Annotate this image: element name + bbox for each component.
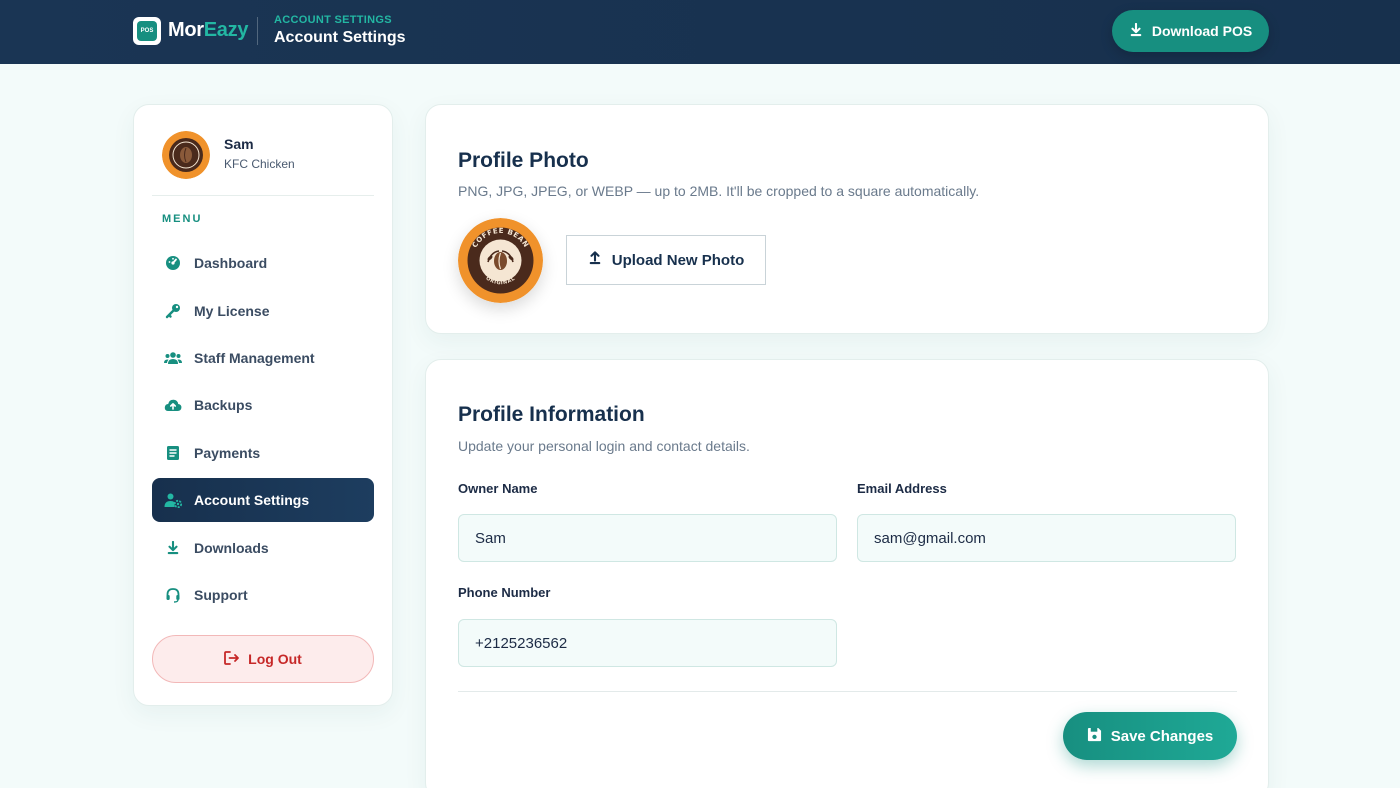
sidebar-item-label: Downloads bbox=[194, 540, 269, 556]
profile-photo-title: Profile Photo bbox=[458, 149, 589, 172]
logout-icon bbox=[224, 650, 240, 668]
phone-number-field[interactable] bbox=[458, 619, 837, 667]
download-icon bbox=[164, 539, 182, 557]
sidebar-item-label: Support bbox=[194, 587, 248, 603]
upload-photo-label: Upload New Photo bbox=[611, 251, 745, 269]
sidebar-item-backups[interactable]: Backups bbox=[152, 383, 374, 427]
user-gear-icon bbox=[164, 491, 182, 509]
logo-icon[interactable]: POS bbox=[133, 17, 161, 45]
top-header: POS MorEazy ACCOUNT SETTINGS Account Set… bbox=[0, 0, 1400, 64]
upload-icon bbox=[588, 251, 602, 269]
sidebar-item-label: Staff Management bbox=[194, 350, 315, 366]
users-icon bbox=[164, 349, 182, 367]
headset-icon bbox=[164, 586, 182, 604]
owner-name-field[interactable] bbox=[458, 514, 837, 562]
save-disk-icon bbox=[1087, 727, 1102, 746]
sidebar-item-payments[interactable]: Payments bbox=[152, 431, 374, 475]
form-divider bbox=[458, 691, 1237, 692]
profile-photo-subtitle: PNG, JPG, JPEG, or WEBP — up to 2MB. It'… bbox=[458, 183, 980, 199]
email-address-label: Email Address bbox=[857, 481, 947, 496]
cloud-upload-icon bbox=[164, 396, 182, 414]
dashboard-gauge-icon bbox=[164, 254, 182, 272]
sidebar: Sam KFC Chicken MENU Dashboard My Licens… bbox=[133, 104, 393, 706]
profile-avatar bbox=[162, 131, 210, 179]
menu-section-label: MENU bbox=[162, 213, 203, 225]
receipt-icon bbox=[164, 444, 182, 462]
profile-information-card: Profile Information Update your personal… bbox=[425, 359, 1269, 788]
upload-photo-button[interactable]: Upload New Photo bbox=[566, 235, 766, 285]
page-title: Account Settings bbox=[274, 29, 406, 46]
profile-information-title: Profile Information bbox=[458, 403, 645, 426]
sidebar-item-staff-management[interactable]: Staff Management bbox=[152, 336, 374, 380]
sidebar-item-label: My License bbox=[194, 303, 270, 319]
save-changes-button[interactable]: Save Changes bbox=[1063, 712, 1237, 760]
sidebar-divider bbox=[152, 195, 374, 196]
phone-number-label: Phone Number bbox=[458, 585, 551, 600]
header-eyebrow: ACCOUNT SETTINGS bbox=[274, 14, 392, 26]
sidebar-item-label: Dashboard bbox=[194, 255, 268, 271]
brand-name-part1: Mor bbox=[168, 19, 204, 41]
profile-information-subtitle: Update your personal login and contact d… bbox=[458, 438, 750, 454]
key-icon bbox=[164, 302, 182, 320]
email-field[interactable] bbox=[857, 514, 1236, 562]
logo-icon-text: POS bbox=[137, 21, 157, 41]
sidebar-item-dashboard[interactable]: Dashboard bbox=[152, 241, 374, 285]
download-icon bbox=[1129, 22, 1143, 40]
sidebar-item-my-license[interactable]: My License bbox=[152, 289, 374, 333]
owner-name-label: Owner Name bbox=[458, 481, 538, 496]
sidebar-item-account-settings[interactable]: Account Settings bbox=[152, 478, 374, 522]
save-changes-label: Save Changes bbox=[1110, 727, 1214, 745]
profile-company: KFC Chicken bbox=[224, 157, 295, 171]
sidebar-item-label: Account Settings bbox=[194, 492, 310, 508]
logout-button[interactable]: Log Out bbox=[152, 635, 374, 683]
brand-name-part2: Eazy bbox=[203, 19, 249, 41]
profile-photo-card: Profile Photo PNG, JPG, JPEG, or WEBP — … bbox=[425, 104, 1269, 334]
sidebar-item-support[interactable]: Support bbox=[152, 573, 374, 617]
profile-name: Sam bbox=[224, 136, 254, 152]
brand-name[interactable]: MorEazy bbox=[168, 19, 248, 42]
profile-photo-avatar: COFFEE BEAN ORIGINAL bbox=[458, 218, 543, 303]
header-divider bbox=[257, 17, 258, 45]
sidebar-item-label: Backups bbox=[194, 397, 253, 413]
download-pos-button[interactable]: Download POS bbox=[1112, 10, 1269, 52]
download-pos-label: Download POS bbox=[1151, 23, 1253, 39]
logout-label: Log Out bbox=[248, 651, 302, 667]
sidebar-item-label: Payments bbox=[194, 445, 261, 461]
sidebar-item-downloads[interactable]: Downloads bbox=[152, 526, 374, 570]
